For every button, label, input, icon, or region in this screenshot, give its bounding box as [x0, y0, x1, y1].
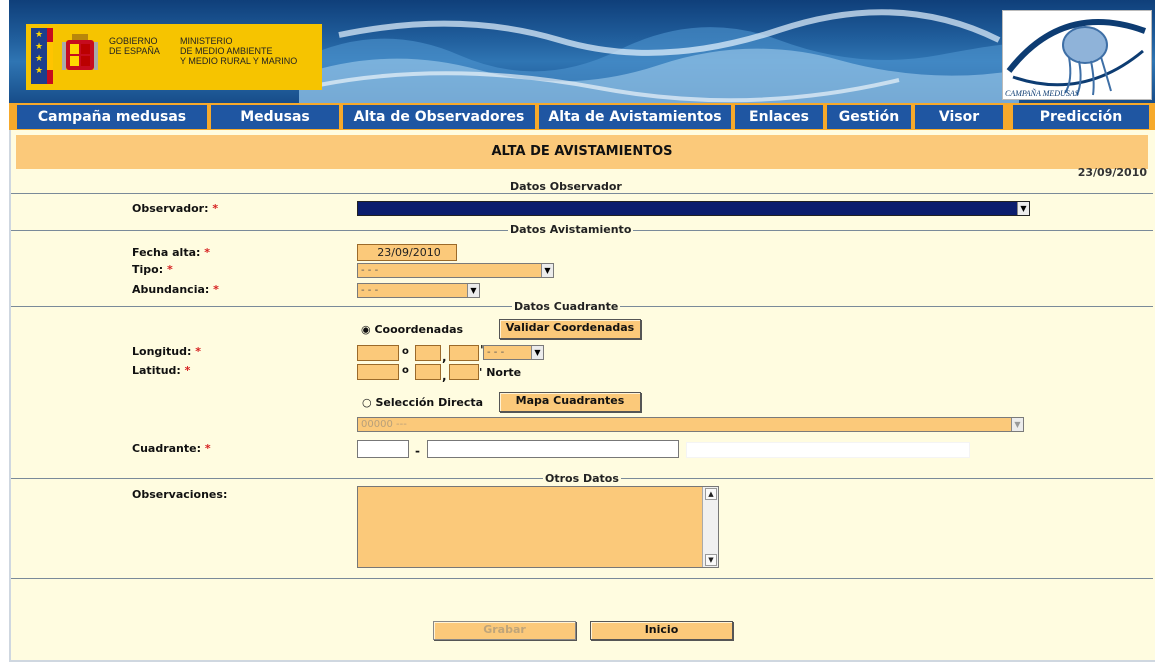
longitud-direccion-select[interactable]: - - - ▼ — [483, 345, 544, 360]
comma-mark: , — [442, 350, 447, 364]
scroll-up-icon[interactable]: ▲ — [705, 488, 717, 500]
longitud-minutos-input[interactable] — [415, 345, 441, 361]
longitud-label: Longitud: * — [132, 345, 202, 358]
degree-mark: o — [402, 365, 409, 376]
inicio-button[interactable]: Inicio — [590, 621, 733, 640]
abundancia-select[interactable]: - - - ▼ — [357, 283, 480, 298]
section-title-otros: Otros Datos — [543, 472, 621, 485]
observaciones-textarea[interactable]: ▲ ▼ — [357, 486, 719, 568]
latitud-grados-input[interactable] — [357, 364, 399, 380]
observador-select[interactable]: ▼ — [357, 201, 1030, 216]
nav-alta-avistamientos[interactable]: Alta de Avistamientos — [539, 105, 731, 129]
header-banner: ★ ★ ★ ★ GOBIERNO DE ESPAÑA MINISTERIO DE ME… — [9, 0, 1155, 103]
cuadrante-select[interactable]: 00000 --- ▼ — [357, 417, 1024, 432]
abundancia-label: Abundancia: * — [132, 283, 219, 296]
latitud-label: Latitud: * — [132, 364, 191, 377]
gobierno-text: GOBIERNO DE ESPAÑA — [109, 36, 160, 56]
radio-checked-icon[interactable]: ◉ — [361, 323, 371, 336]
cuadrante-codigo-input[interactable] — [357, 440, 409, 458]
longitud-segundos-input[interactable] — [449, 345, 479, 361]
section-title-cuadrante: Datos Cuadrante — [512, 300, 621, 313]
jellyfish-eye-icon — [1006, 19, 1147, 96]
nav-medusas[interactable]: Medusas — [211, 105, 339, 129]
cuadrante-label: Cuadrante: * — [132, 442, 211, 455]
comma-mark: , — [442, 369, 447, 383]
dash-separator: - — [415, 444, 420, 458]
latitud-segundos-input[interactable] — [449, 364, 479, 380]
coordenadas-radio[interactable]: ◉ Cooordenadas — [361, 323, 463, 336]
nav-campana-medusas[interactable]: Campaña medusas — [17, 105, 207, 129]
section-title-observador: Datos Observador — [508, 180, 624, 193]
sea-waves-image — [299, 9, 1019, 103]
cuadrante-nombre-input[interactable] — [427, 440, 679, 458]
tipo-select-value: - - - — [361, 265, 379, 276]
section-divider — [11, 578, 1153, 579]
fecha-input[interactable]: 23/09/2010 — [357, 244, 457, 261]
ministerio-text: MINISTERIO DE MEDIO AMBIENTE Y MEDIO RUR… — [180, 36, 298, 66]
nav-alta-observadores[interactable]: Alta de Observadores — [343, 105, 535, 129]
fecha-label: Fecha alta: * — [132, 246, 211, 259]
main-nav: Campaña medusas Medusas Alta de Observad… — [9, 103, 1155, 130]
spain-flag-icon — [47, 28, 53, 84]
mapa-cuadrantes-button[interactable]: Mapa Cuadrantes — [499, 392, 641, 412]
chevron-down-icon[interactable]: ▼ — [1017, 202, 1029, 215]
observador-label: Observador: * — [132, 202, 219, 215]
section-title-avistamiento: Datos Avistamiento — [508, 223, 634, 236]
coat-of-arms-icon — [62, 34, 98, 70]
seleccion-directa-radio[interactable]: ○ Selección Directa — [362, 396, 483, 409]
nav-gestion[interactable]: Gestión — [827, 105, 911, 129]
logo-text: CAMPAÑA MEDUSAS — [1005, 89, 1079, 98]
nav-prediccion[interactable]: Predicción — [1013, 105, 1149, 129]
current-date: 23/09/2010 — [1077, 166, 1147, 179]
chevron-down-icon[interactable]: ▼ — [1011, 418, 1023, 431]
eu-flag-icon: ★ ★ ★ ★ — [31, 28, 47, 84]
textarea-scrollbar[interactable]: ▲ ▼ — [702, 487, 718, 567]
grabar-button[interactable]: Grabar — [433, 621, 576, 640]
page-title: ALTA DE AVISTAMIENTOS — [16, 135, 1148, 169]
chevron-down-icon[interactable]: ▼ — [531, 346, 543, 359]
longitud-direccion-value: - - - — [487, 347, 505, 358]
section-divider — [11, 193, 1153, 194]
latitud-minutos-input[interactable] — [415, 364, 441, 380]
abundancia-select-value: - - - — [361, 285, 379, 296]
tipo-select[interactable]: - - - ▼ — [357, 263, 554, 278]
degree-mark: o — [402, 346, 409, 357]
chevron-down-icon[interactable]: ▼ — [541, 264, 553, 277]
observaciones-label: Observaciones: — [132, 488, 228, 501]
cuadrante-select-value: 00000 --- — [361, 419, 407, 430]
nav-enlaces[interactable]: Enlaces — [735, 105, 823, 129]
validar-coordenadas-button[interactable]: Validar Coordenadas — [499, 319, 641, 339]
nav-visor[interactable]: Visor — [915, 105, 1003, 129]
government-logo: ★ ★ ★ ★ GOBIERNO DE ESPAÑA MINISTERIO DE ME… — [26, 24, 322, 90]
norte-label: ' Norte — [479, 366, 522, 379]
radio-unchecked-icon[interactable]: ○ — [362, 396, 372, 409]
chevron-down-icon[interactable]: ▼ — [467, 284, 479, 297]
scroll-down-icon[interactable]: ▼ — [705, 554, 717, 566]
campaign-logo: CAMPAÑA MEDUSAS — [1002, 10, 1152, 100]
cuadrante-info-field — [686, 442, 970, 458]
tipo-label: Tipo: * — [132, 263, 173, 276]
longitud-grados-input[interactable] — [357, 345, 399, 361]
